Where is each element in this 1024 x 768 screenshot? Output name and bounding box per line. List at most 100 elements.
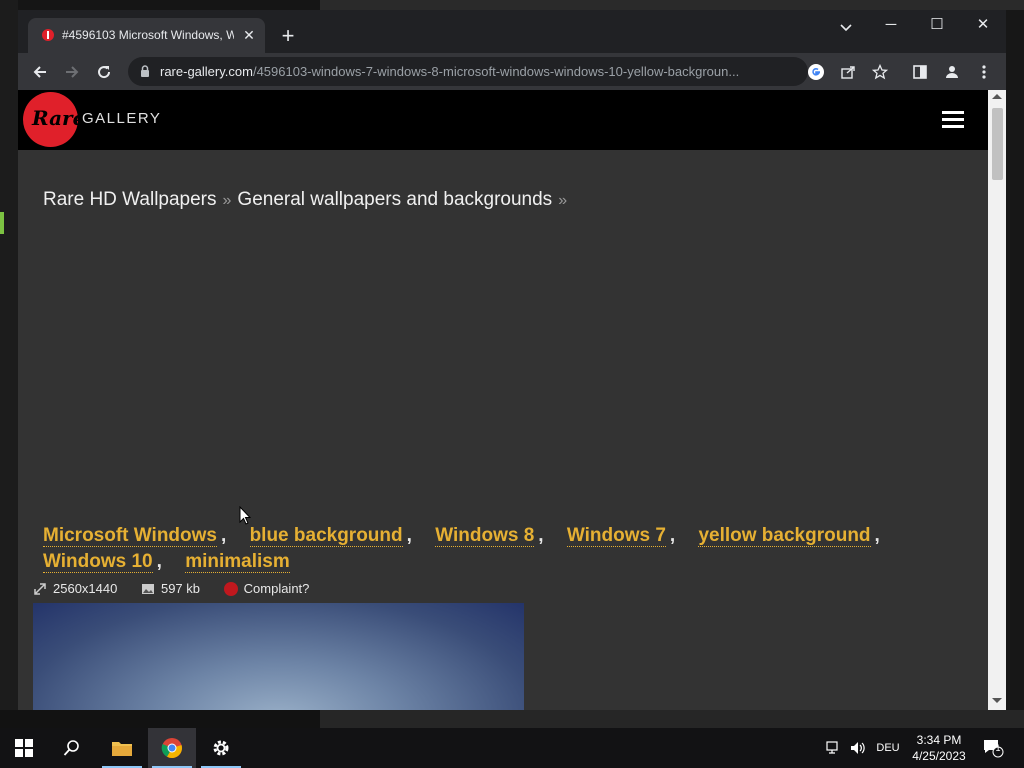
logo-word[interactable]: GALLERY <box>82 110 161 127</box>
tag-separator: , <box>669 525 676 546</box>
side-panel-icon <box>913 65 927 79</box>
tag-list: Microsoft Windows, blue background, Wind… <box>43 523 943 575</box>
scroll-up-icon[interactable] <box>992 94 1002 99</box>
notification-count: 1 <box>995 743 1001 753</box>
network-tray-icon[interactable] <box>822 728 846 768</box>
breadcrumb-separator: » <box>558 192 568 209</box>
close-window-button[interactable]: ✕ <box>960 10 1006 40</box>
browser-window: #4596103 Microsoft Windows, W ✕ + ─ ☐ ✕ … <box>18 10 1006 710</box>
breadcrumb-link-category[interactable]: General wallpapers and backgrounds <box>237 189 552 210</box>
tag-separator: , <box>406 525 412 546</box>
more-vertical-icon <box>982 65 986 79</box>
url-text: rare-gallery.com/4596103-windows-7-windo… <box>160 64 800 80</box>
profile-icon <box>946 66 958 78</box>
lock-icon <box>141 65 149 77</box>
favicon-icon <box>42 29 54 41</box>
resolution-value: 2560x1440 <box>53 581 118 596</box>
clock[interactable]: 3:34 PM 4/25/2023 <box>906 732 972 764</box>
tag-separator: , <box>874 525 880 546</box>
reload-button[interactable] <box>91 59 117 85</box>
wallpaper-preview-image[interactable] <box>33 603 524 710</box>
url-host: rare-gallery.com <box>160 64 253 79</box>
google-icon <box>808 64 824 80</box>
tab-strip: #4596103 Microsoft Windows, W ✕ + ─ ☐ ✕ <box>18 10 1006 53</box>
reload-icon <box>98 66 111 79</box>
tag-separator: , <box>538 525 544 546</box>
google-lens-button[interactable] <box>803 59 829 85</box>
address-bar[interactable]: rare-gallery.com/4596103-windows-7-windo… <box>128 57 808 86</box>
tag-separator: , <box>156 551 162 572</box>
site-logo[interactable]: Rare <box>23 92 85 147</box>
desktop-background-left <box>0 0 18 728</box>
bookmark-button[interactable] <box>867 59 893 85</box>
speaker-icon <box>851 742 865 754</box>
back-button[interactable] <box>27 59 53 85</box>
taskbar: DEU 3:34 PM 4/25/2023 1 <box>0 728 1024 768</box>
scroll-thumb[interactable] <box>992 108 1003 180</box>
volume-tray-icon[interactable] <box>846 728 870 768</box>
windows-logo-icon <box>15 739 33 757</box>
chrome-icon <box>161 738 182 759</box>
mouse-cursor-icon <box>239 506 251 525</box>
complaint-link[interactable]: Complaint? <box>223 581 310 596</box>
scroll-down-icon[interactable] <box>992 698 1002 703</box>
web-page: Rare GALLERY Rare HD Wallpapers » General … <box>18 90 988 710</box>
complaint-label: Complaint? <box>243 581 310 596</box>
resize-icon <box>34 582 46 595</box>
resolution-info: 2560x1440 <box>33 581 117 596</box>
desktop-background-bottom <box>0 710 1024 728</box>
url-path: /4596103-windows-7-windows-8-microsoft-w… <box>252 64 740 79</box>
page-scrollbar[interactable] <box>988 90 1006 710</box>
wallpaper-meta: 2560x1440 597 kb Complaint? <box>33 581 329 599</box>
desktop-background-top <box>0 0 1024 10</box>
clock-date: 4/25/2023 <box>912 749 966 763</box>
share-button[interactable] <box>835 59 861 85</box>
browser-tab-active[interactable]: #4596103 Microsoft Windows, W ✕ <box>28 18 265 53</box>
forward-button[interactable] <box>59 59 85 85</box>
desktop-background-right <box>1006 10 1024 728</box>
breadcrumb-link-home[interactable]: Rare HD Wallpapers <box>43 189 217 210</box>
action-center-button[interactable]: 1 <box>978 728 1008 768</box>
start-button[interactable] <box>0 728 48 768</box>
tag-link[interactable]: blue background <box>249 525 403 547</box>
side-panel-button[interactable] <box>907 59 933 85</box>
desktop-app-accent <box>0 212 4 234</box>
search-button[interactable] <box>48 728 96 768</box>
tag-link[interactable]: Microsoft Windows <box>43 525 217 547</box>
tag-link[interactable]: Windows 8 <box>435 525 535 547</box>
filesize-info: 597 kb <box>141 581 200 596</box>
clock-time: 3:34 PM <box>916 733 962 747</box>
new-tab-button[interactable]: + <box>276 25 300 49</box>
file-explorer-button[interactable] <box>98 728 146 768</box>
minimize-button[interactable]: ─ <box>868 10 914 40</box>
share-icon <box>841 66 855 79</box>
breadcrumb: Rare HD Wallpapers » General wallpapers an… <box>43 189 573 211</box>
browser-toolbar: rare-gallery.com/4596103-windows-7-windo… <box>18 53 1006 90</box>
filesize-value: 597 kb <box>160 581 201 596</box>
complaint-icon <box>223 581 238 596</box>
breadcrumb-separator: » <box>222 192 232 209</box>
hamburger-menu-icon[interactable] <box>942 111 964 129</box>
maximize-button[interactable]: ☐ <box>914 10 960 40</box>
tag-separator: , <box>221 525 227 546</box>
search-icon <box>63 740 79 756</box>
tag-link[interactable]: Windows 10 <box>43 551 153 573</box>
logo-badge-text: Rare <box>32 106 86 130</box>
settings-taskbar-button[interactable] <box>197 728 245 768</box>
tag-link[interactable]: Windows 7 <box>566 525 666 547</box>
tag-link[interactable]: minimalism <box>185 551 290 573</box>
chrome-taskbar-button[interactable] <box>148 728 196 768</box>
tab-close-icon[interactable]: ✕ <box>241 27 257 43</box>
star-icon <box>872 64 888 80</box>
folder-icon <box>112 742 132 756</box>
language-indicator[interactable]: DEU <box>872 728 904 768</box>
profile-button[interactable] <box>939 59 965 85</box>
tab-title: #4596103 Microsoft Windows, W <box>62 28 234 42</box>
browser-menu-button[interactable] <box>971 59 997 85</box>
image-icon <box>141 583 154 594</box>
tag-link[interactable]: yellow background <box>698 525 871 547</box>
tab-search-icon[interactable] <box>836 17 856 37</box>
arrow-left-icon <box>33 66 46 78</box>
network-icon <box>826 741 838 754</box>
site-header: Rare GALLERY <box>18 90 988 150</box>
